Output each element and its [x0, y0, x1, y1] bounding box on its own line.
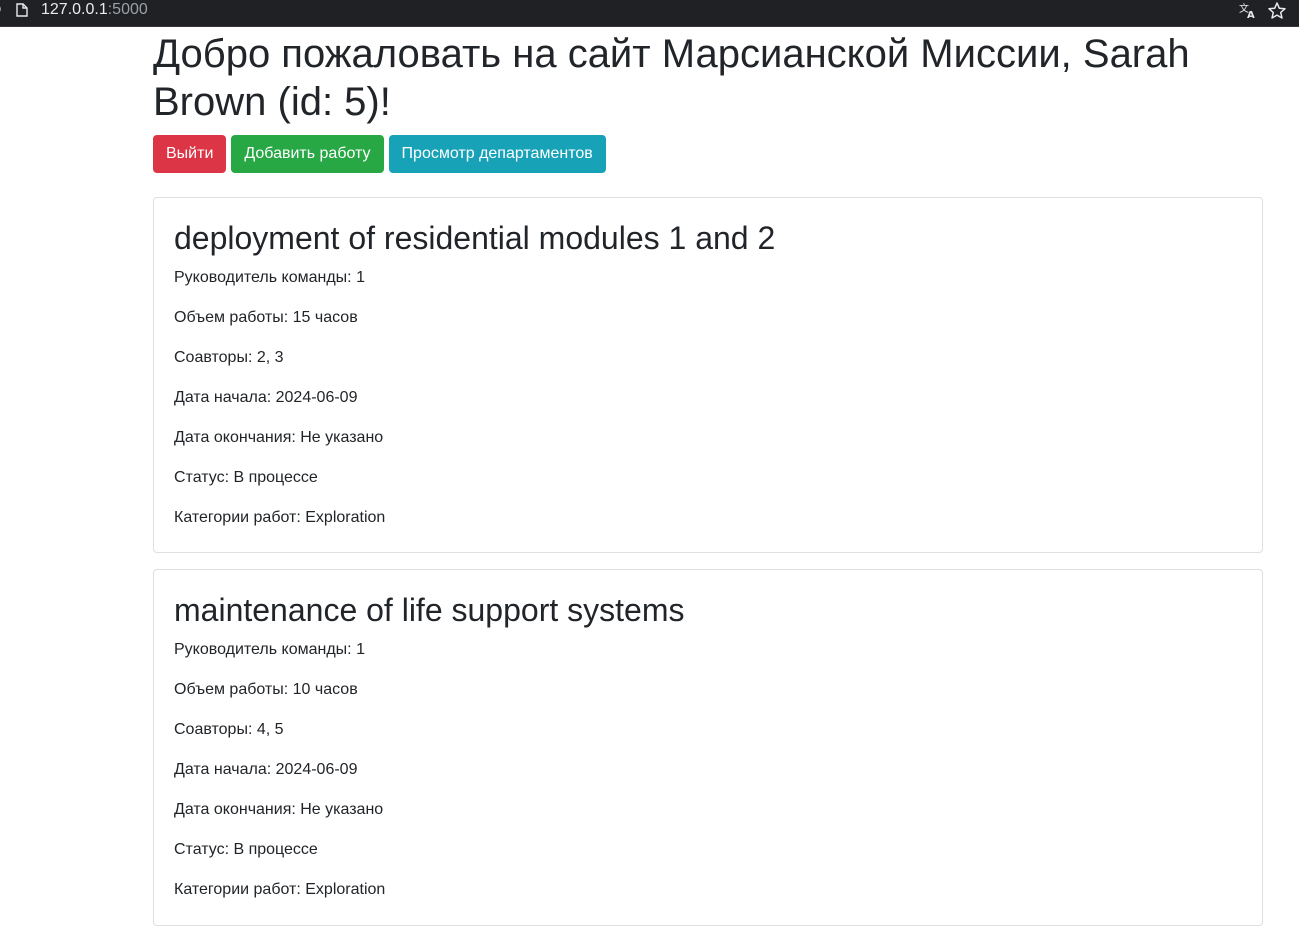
- job-categories: Категории работ: Exploration: [174, 881, 386, 898]
- job-work-size: Объем работы: 15 часов: [174, 309, 358, 326]
- job-team-leader: Руководитель команды: 1: [174, 269, 365, 286]
- job-collaborators: Соавторы: 2, 3: [174, 349, 284, 366]
- job-card: maintenance of life support systems Руко…: [153, 569, 1263, 926]
- main-container: Добро пожаловать на сайт Марсианской Мис…: [153, 30, 1263, 926]
- page-title: Добро пожаловать на сайт Марсианской Мис…: [153, 32, 1190, 124]
- job-categories: Категории работ: Exploration: [174, 509, 386, 526]
- url-port: :5000: [107, 1, 148, 18]
- page-icon: [16, 3, 28, 17]
- job-end-date: Дата окончания: Не указано: [174, 429, 384, 446]
- job-status: Статус: В процессе: [174, 469, 318, 486]
- job-start-date: Дата начала: 2024-06-09: [174, 761, 358, 778]
- job-card: deployment of residential modules 1 and …: [153, 197, 1263, 553]
- site-info-icon[interactable]: [0, 3, 4, 15]
- logout-button[interactable]: Выйти: [153, 135, 227, 173]
- job-start-date: Дата начала: 2024-06-09: [174, 389, 358, 406]
- job-status: Статус: В процессе: [174, 841, 318, 858]
- translate-icon[interactable]: 文 A: [1239, 1, 1257, 19]
- job-title: deployment of residential modules 1 and …: [174, 220, 776, 256]
- job-team-leader: Руководитель команды: 1: [174, 641, 365, 658]
- job-collaborators: Соавторы: 4, 5: [174, 721, 284, 738]
- url-host: 127.0.0.1: [41, 1, 108, 18]
- svg-text:A: A: [1247, 10, 1255, 19]
- job-title: maintenance of life support systems: [174, 592, 685, 628]
- browser-toolbar: 127.0.0.1:5000 文 A: [0, 0, 1299, 27]
- add-job-button[interactable]: Добавить работу: [231, 135, 384, 173]
- address-bar[interactable]: 127.0.0.1:5000: [41, 1, 148, 19]
- action-buttons: Выйти Добавить работу Просмотр департаме…: [153, 135, 1263, 173]
- bookmark-star-icon[interactable]: [1267, 1, 1287, 21]
- departments-button[interactable]: Просмотр департаментов: [388, 135, 606, 173]
- job-end-date: Дата окончания: Не указано: [174, 801, 384, 818]
- job-work-size: Объем работы: 10 часов: [174, 681, 358, 698]
